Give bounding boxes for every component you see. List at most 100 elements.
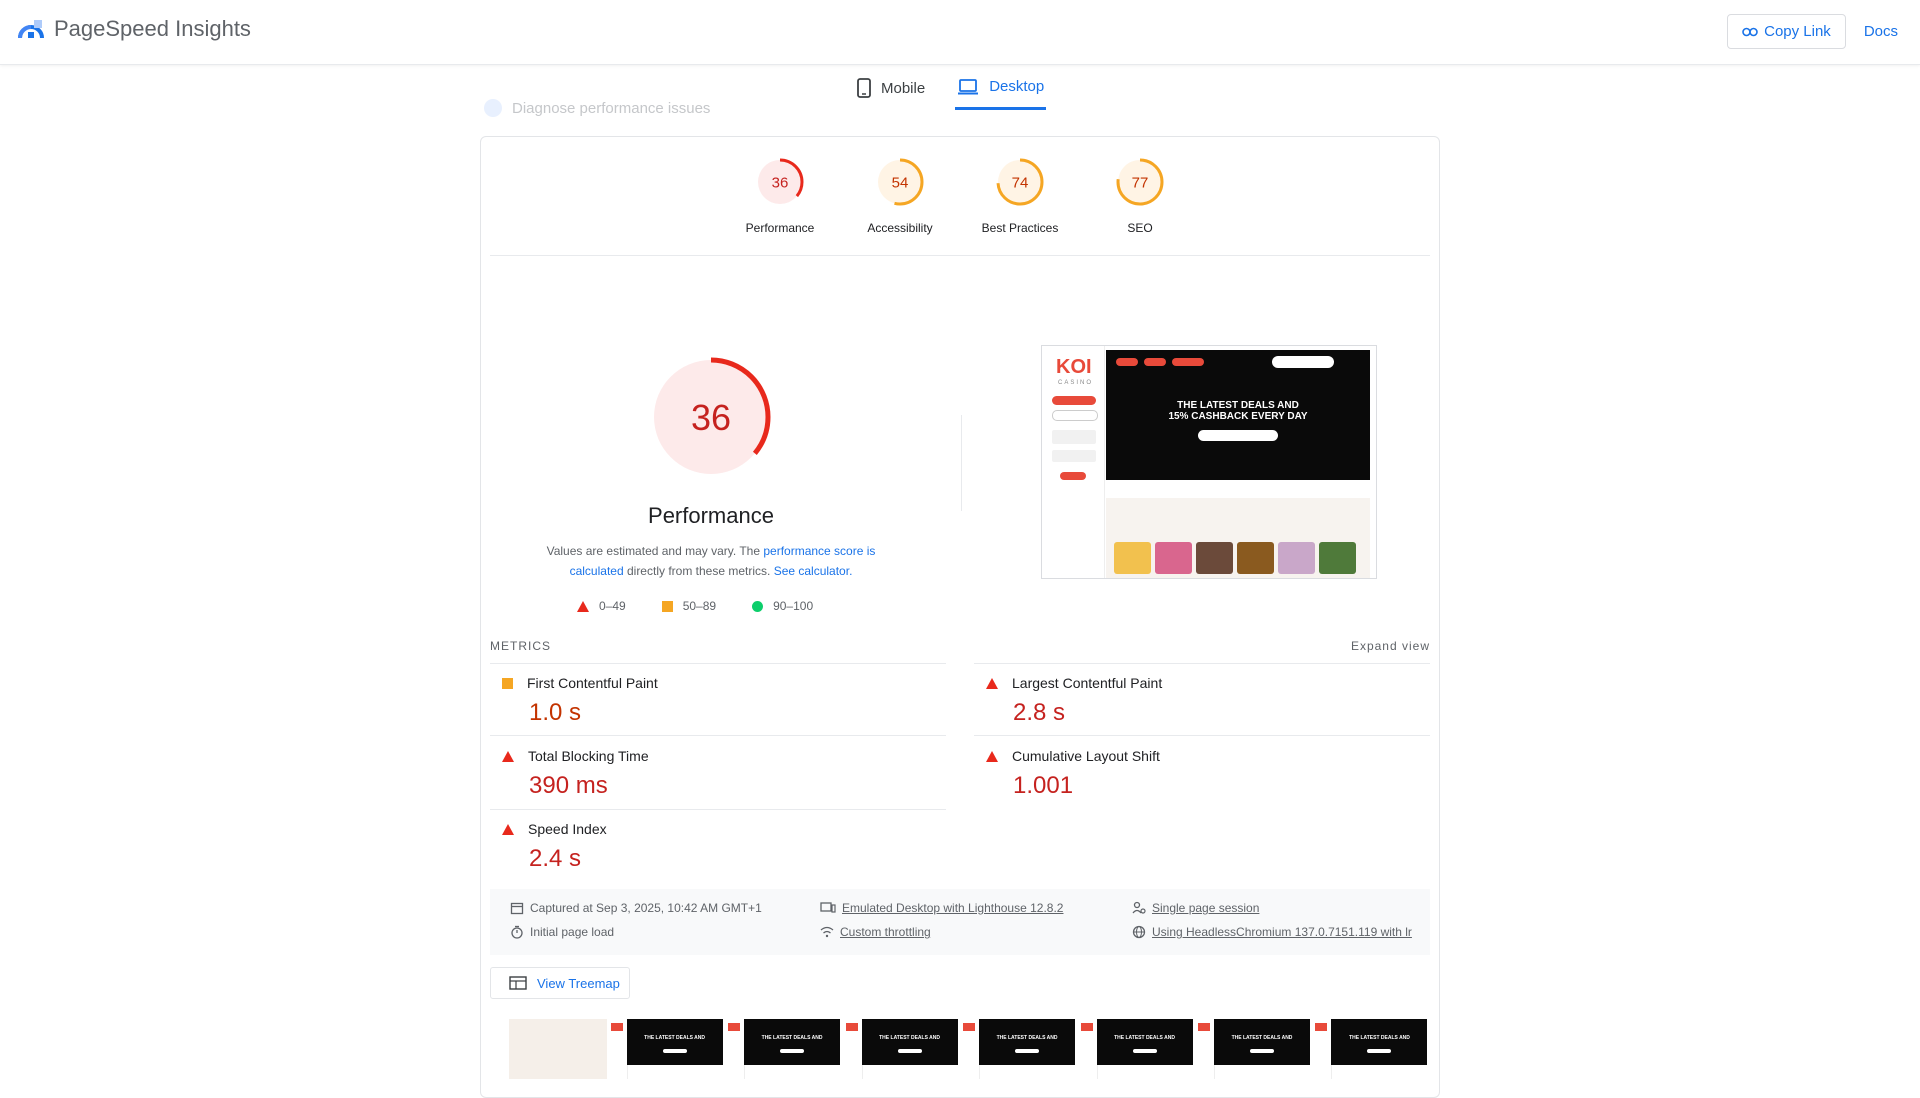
info-throttling-text: Custom throttling [840, 925, 931, 939]
gauge-accessibility: 54 [876, 158, 924, 206]
tab-mobile[interactable]: Mobile [855, 72, 927, 110]
filmstrip-frame: THE LATEST DEALS AND [724, 1019, 842, 1079]
score-legend: 0–49 50–89 90–100 [577, 599, 813, 613]
gauge-performance-value: 36 [772, 175, 789, 192]
expand-view-toggle[interactable]: Expand view [1351, 639, 1430, 653]
triangle-icon [502, 750, 514, 762]
gauge-performance: 36 [756, 158, 804, 206]
metric-value: 1.0 s [529, 699, 582, 726]
runtime-settings: Captured at Sep 3, 2025, 10:42 AM GMT+1 … [490, 889, 1430, 955]
wifi-icon [820, 926, 834, 938]
metric-speed-index: Speed Index 2.4 s [490, 821, 930, 873]
tab-desktop-label: Desktop [989, 78, 1045, 95]
info-throttling[interactable]: Custom throttling [820, 925, 931, 939]
section-heading-faded: Diagnose performance issues [484, 99, 710, 117]
info-session[interactable]: Single page session [1132, 901, 1259, 915]
divider [490, 255, 1430, 256]
triangle-icon [986, 677, 998, 689]
pagespeed-logo-icon [18, 20, 44, 39]
info-browser[interactable]: Using HeadlessChromium 137.0.7151.119 wi… [1132, 925, 1412, 939]
tab-desktop[interactable]: Desktop [955, 72, 1047, 110]
legend-pass: 90–100 [752, 599, 813, 613]
metric-value: 1.001 [1013, 772, 1074, 799]
performance-score-large: 36 [691, 397, 731, 438]
calendar-icon [510, 902, 524, 915]
score-best-practices[interactable]: 74 Best Practices [973, 157, 1067, 235]
thumb-headline-1: THE LATEST DEALS AND [1177, 400, 1299, 411]
divider [974, 663, 1430, 664]
thumb-game [1237, 542, 1274, 574]
info-device[interactable]: Emulated Desktop with Lighthouse 12.8.2 [820, 901, 1063, 915]
metric-cumulative-layout-shift: Cumulative Layout Shift 1.001 [974, 748, 1414, 800]
legend-fail: 0–49 [577, 599, 626, 613]
circle-icon [752, 600, 764, 612]
score-label-performance: Performance [745, 221, 815, 235]
metric-value: 2.4 s [529, 845, 582, 872]
thumb-headline: THE LATEST DEALS AND 15% CASHBACK EVERY … [1106, 400, 1370, 422]
filmstrip-frame: THE LATEST DEALS AND [959, 1019, 1077, 1079]
legend-fail-range: 0–49 [599, 599, 626, 613]
divider [490, 735, 946, 736]
performance-title: Performance [648, 503, 774, 528]
note-middle: directly from these metrics. [623, 564, 774, 578]
thumb-block [1052, 450, 1096, 462]
metrics-header: METRICS Expand view [490, 639, 1430, 653]
info-device-text: Emulated Desktop with Lighthouse 12.8.2 [842, 901, 1064, 915]
thumb-hero: THE LATEST DEALS AND 15% CASHBACK EVERY … [1106, 350, 1370, 480]
gauge-accessibility-value: 54 [892, 175, 909, 192]
score-accessibility[interactable]: 54 Accessibility [853, 157, 947, 235]
device-tabs: Mobile Desktop [855, 72, 1047, 110]
filmstrip-frame: THE LATEST DEALS AND [1076, 1019, 1194, 1079]
gauge-best-practices-value: 74 [1012, 175, 1029, 192]
info-load: Initial page load [510, 925, 614, 939]
metric-value: 390 ms [529, 772, 608, 799]
thumb-button [1052, 396, 1096, 405]
info-load-text: Initial page load [530, 925, 615, 939]
view-treemap-button[interactable]: View Treemap [490, 967, 630, 999]
info-captured-text: Captured at Sep 3, 2025, 10:42 AM GMT+1 [530, 901, 762, 915]
thumb-logo: KOI [1056, 356, 1092, 378]
thumb-headline-2: 15% CASHBACK EVERY DAY [1168, 411, 1308, 422]
globe-icon [1132, 925, 1146, 939]
thumb-cta [1198, 430, 1278, 441]
vertical-divider [961, 415, 962, 511]
brand[interactable]: PageSpeed Insights [18, 16, 251, 42]
section-heading-text: Diagnose performance issues [512, 99, 711, 117]
report-panel: 36 Performance 54 Accessibility 74 Best … [480, 136, 1440, 1098]
link-icon [1742, 27, 1758, 36]
tab-mobile-label: Mobile [881, 79, 926, 97]
square-icon [502, 677, 513, 689]
view-treemap-label: View Treemap [537, 975, 620, 991]
legend-average: 50–89 [661, 599, 716, 613]
thumb-pill [1116, 358, 1138, 366]
filmstrip-frame: THE LATEST DEALS AND [841, 1019, 960, 1079]
info-captured: Captured at Sep 3, 2025, 10:42 AM GMT+1 [510, 901, 762, 915]
metric-name: Speed Index [528, 821, 607, 837]
gauge-seo-value: 77 [1132, 175, 1149, 192]
thumb-button [1060, 472, 1086, 480]
score-seo[interactable]: 77 SEO [1093, 157, 1187, 235]
thumb-block [1052, 430, 1096, 444]
metric-value: 2.8 s [1013, 699, 1066, 726]
info-session-text: Single page session [1152, 901, 1260, 915]
see-calculator-link[interactable]: See calculator. [774, 564, 853, 578]
metric-largest-contentful-paint: Largest Contentful Paint 2.8 s [974, 675, 1414, 727]
top-bar: PageSpeed Insights Copy Link Docs [0, 0, 1920, 65]
thumb-game [1278, 542, 1315, 574]
performance-gauge-large: 36 [651, 357, 771, 477]
score-performance[interactable]: 36 Performance [733, 157, 827, 235]
metric-total-blocking-time: Total Blocking Time 390 ms [490, 748, 930, 800]
divider [490, 663, 946, 664]
section-icon [484, 99, 502, 117]
filmstrip-frame: THE LATEST DEALS AND [606, 1019, 725, 1079]
thumb-game [1155, 542, 1192, 574]
metrics-title: METRICS [490, 639, 551, 653]
thumb-game [1196, 542, 1233, 574]
triangle-icon [502, 823, 514, 835]
thumb-pill [1172, 358, 1204, 366]
final-screenshot: KOI CASINO THE LATEST DEALS AND 15% CASH… [1041, 345, 1377, 579]
docs-link[interactable]: Docs [1860, 15, 1902, 48]
brand-title: PageSpeed Insights [54, 16, 251, 41]
desktop-device-icon [820, 902, 836, 913]
copy-link-button[interactable]: Copy Link [1727, 14, 1846, 49]
